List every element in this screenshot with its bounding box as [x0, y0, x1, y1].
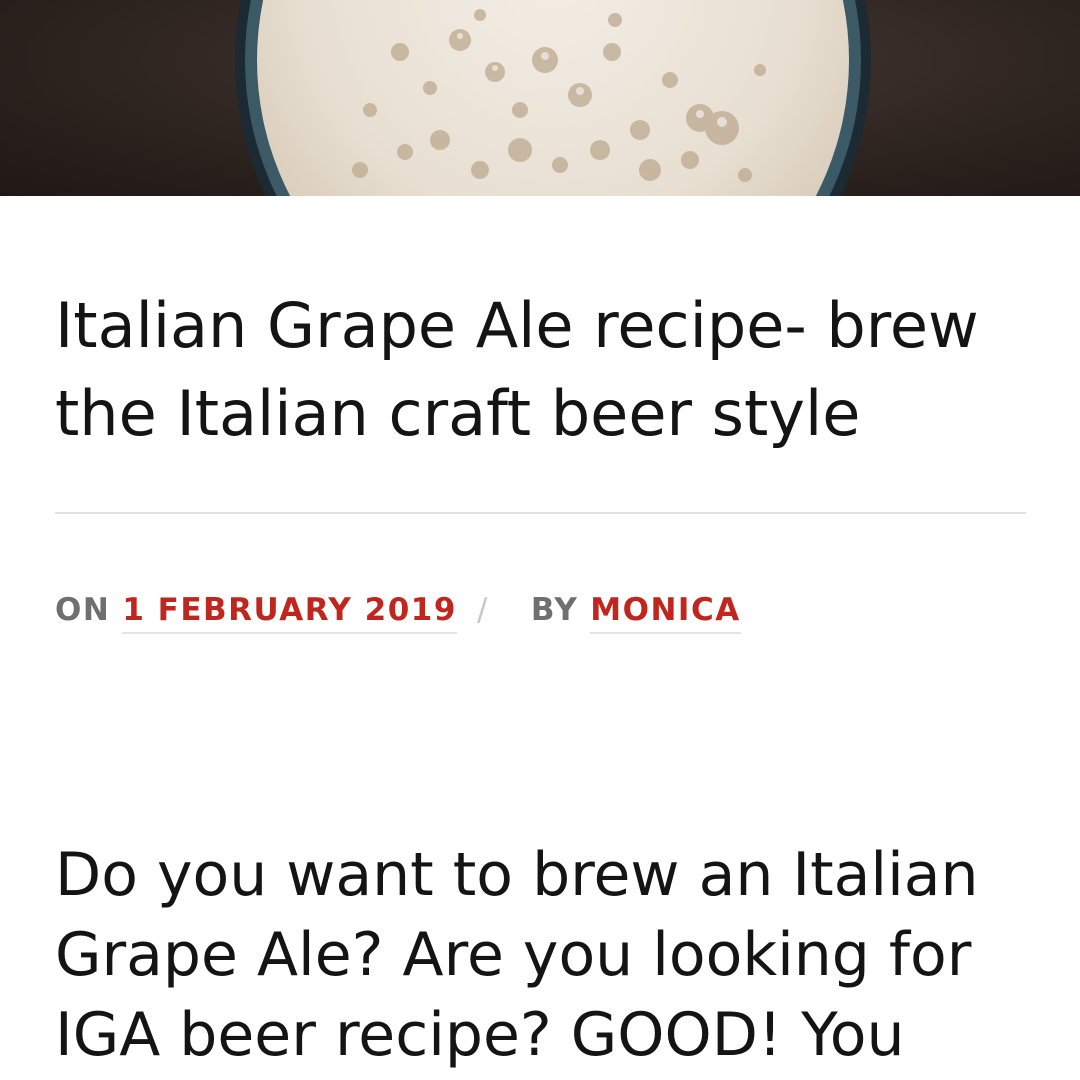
author-link[interactable]: MONICA [590, 592, 741, 634]
post-title: Italian Grape Ale recipe- brew the Itali… [55, 289, 979, 450]
post-meta: ON 1 FEBRUARY 2019 / BY MONICA [55, 592, 741, 642]
meta-on-label: ON [55, 592, 111, 628]
title-divider [55, 512, 1026, 514]
post-intro-paragraph: Do you want to brew an Italian Grape Ale… [55, 840, 979, 1070]
meta-separator: / [476, 592, 489, 628]
article-page: Italian Grape Ale recipe- brew the Itali… [0, 0, 1080, 1080]
beer-glass-image [235, 0, 871, 196]
post-date-link[interactable]: 1 FEBRUARY 2019 [122, 592, 457, 634]
meta-by-label: BY [530, 592, 579, 628]
featured-image [0, 0, 1080, 196]
